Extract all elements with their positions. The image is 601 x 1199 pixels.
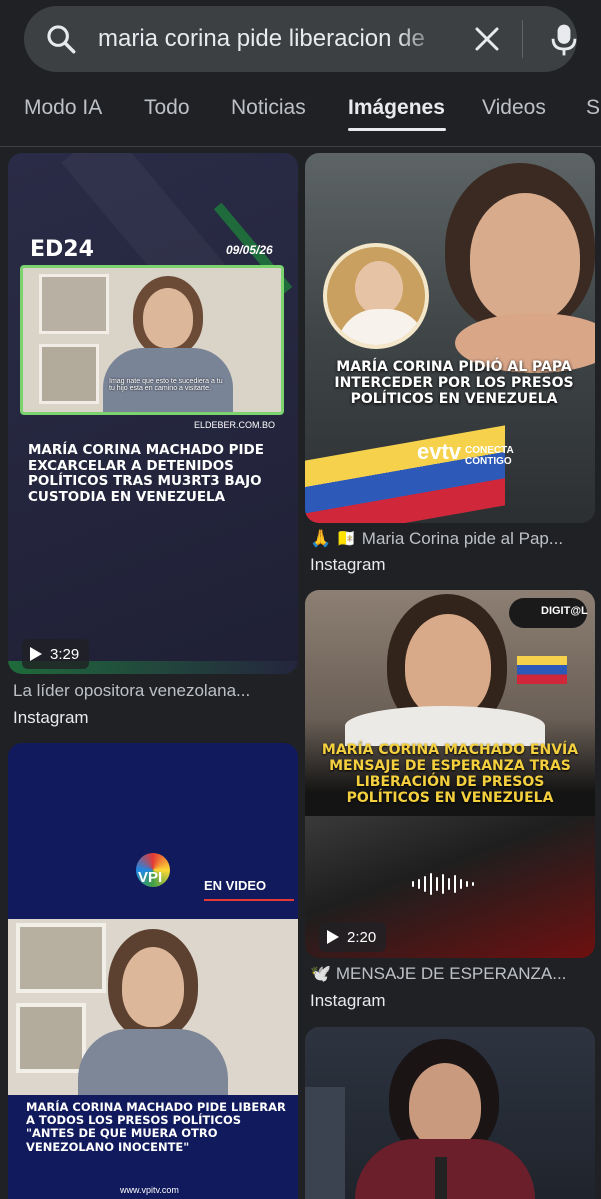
play-icon <box>327 930 339 944</box>
tab-shopping[interactable]: Sh <box>586 96 601 120</box>
woman-face <box>405 614 491 718</box>
search-bar[interactable]: maria corina pide liberacion de <box>24 6 577 72</box>
brand-logo: DIGIT@L <box>541 605 588 617</box>
image-result[interactable] <box>305 1027 595 1199</box>
tab-modo-ia[interactable]: Modo IA <box>24 96 102 120</box>
video-still <box>8 919 298 1095</box>
video-still: Imag nate que esto te sucediera a tu tu … <box>20 265 284 415</box>
tabs-divider <box>0 146 601 147</box>
result-caption[interactable]: La líder opositora venezolana... <box>13 681 293 701</box>
result-source[interactable]: Instagram <box>13 708 89 728</box>
tab-videos[interactable]: Videos <box>482 96 546 120</box>
search-input[interactable]: maria corina pide liberacion de <box>98 6 448 72</box>
image-result[interactable]: VPI EN VIDEO MARÍA CORINA MACHADO PIDE L… <box>8 743 298 1199</box>
result-source[interactable]: Instagram <box>310 555 386 575</box>
video-duration: 3:29 <box>22 639 90 669</box>
brand-logo: evtv <box>417 439 462 464</box>
image-result[interactable]: ED24 09/05/26 Imag nate que esto te suce… <box>8 153 298 674</box>
result-headline: MARÍA CORINA MACHADO PIDE EXCARCELAR A D… <box>28 442 264 505</box>
tab-todo[interactable]: Todo <box>144 96 190 120</box>
play-icon <box>30 647 42 661</box>
search-tabs: Modo IA Todo Noticias Imágenes Videos Sh <box>0 82 601 146</box>
image-result[interactable]: MARÍA CORINA PIDIÓ AL PAPA INTERCEDER PO… <box>305 153 595 523</box>
brand-logo: ED24 <box>30 237 94 262</box>
result-headline: MARÍA CORINA MACHADO ENVÍA MENSAJE DE ES… <box>321 742 579 807</box>
brand-tagline: CONECTA CONTIGO <box>465 445 514 467</box>
tab-imagenes[interactable]: Imágenes <box>348 96 445 120</box>
woman-face <box>409 1063 481 1149</box>
video-duration: 2:20 <box>319 922 387 952</box>
search-divider <box>522 20 523 58</box>
result-source[interactable]: Instagram <box>310 991 386 1011</box>
active-tab-indicator <box>348 128 446 131</box>
search-icon[interactable] <box>44 22 78 56</box>
result-caption[interactable]: 🕊️ MENSAJE DE ESPERANZA... <box>310 964 592 984</box>
news-date: 09/05/26 <box>226 243 273 257</box>
source-site: www.vpitv.com <box>120 1185 179 1195</box>
image-result[interactable]: DIGIT@L MARÍA CORINA MACHADO ENVÍA MENSA… <box>305 590 595 958</box>
result-caption[interactable]: 🙏 🇻🇦 Maria Corina pide al Pap... <box>310 529 592 549</box>
venezuela-flag <box>305 425 505 523</box>
result-headline: MARÍA CORINA PIDIÓ AL PAPA INTERCEDER PO… <box>334 359 574 408</box>
close-icon[interactable] <box>472 24 502 54</box>
source-site: ELDEBER.COM.BO <box>194 420 276 430</box>
woman-face <box>470 193 580 323</box>
audio-wave-icon <box>412 873 474 895</box>
tab-noticias[interactable]: Noticias <box>231 96 306 120</box>
result-headline: MARÍA CORINA MACHADO PIDE LIBERAR A TODO… <box>26 1100 286 1154</box>
pope-photo <box>323 243 429 349</box>
microphone-icon[interactable] <box>548 22 580 58</box>
brand-logo: VPI <box>138 869 163 886</box>
video-subtitle: Imag nate que esto te sucediera a tu tu … <box>109 378 223 392</box>
venezuela-flag <box>517 656 567 684</box>
brand-tagline: EN VIDEO <box>204 878 267 893</box>
